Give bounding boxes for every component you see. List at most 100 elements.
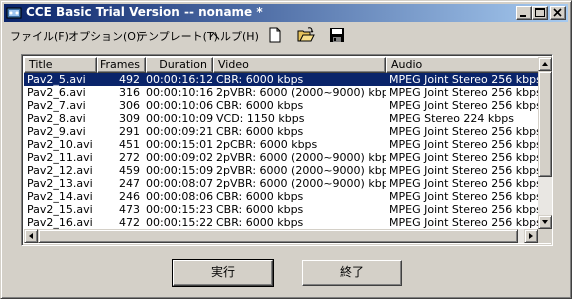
menu-help[interactable]: ヘルプ(H) <box>209 28 259 44</box>
cell-frames: 306 <box>119 99 140 112</box>
cell-title: Pav2_11.avi <box>27 151 93 164</box>
table-row[interactable]: Pav2_16.avi 472 00:00:15:22 CBR: 6000 kbps M… <box>24 216 538 229</box>
column-header-video[interactable]: Video <box>213 57 386 73</box>
column-header-title[interactable]: Title <box>24 57 97 73</box>
scroll-left-button[interactable] <box>24 229 38 243</box>
cell-video: CBR: 6000 kbps <box>216 99 304 112</box>
cell-title: Pav2_15.avi <box>27 203 93 216</box>
table-row[interactable]: Pav2_11.avi 272 00:00:09:02 2pVBR: 6000 (20… <box>24 151 538 164</box>
menu-bar: ファイル(F) オプション(O) テンプレート(T) ヘルプ(H) <box>4 24 568 46</box>
arrow-left-icon <box>29 233 33 239</box>
table-row[interactable]: Pav2_13.avi 247 00:00:08:07 2pVBR: 6000 (20… <box>24 177 538 190</box>
menu-template[interactable]: テンプレート(T) <box>137 28 218 44</box>
horizontal-scroll-thumb[interactable] <box>38 229 518 243</box>
table-row[interactable]: Pav2_15.avi 473 00:00:15:23 CBR: 6000 kbps M… <box>24 203 538 216</box>
cell-video: CBR: 6000 kbps <box>216 203 304 216</box>
cell-audio: MPEG Joint Stereo 256 kbps <box>389 151 538 164</box>
cell-title: Pav2_12.avi <box>27 164 93 177</box>
exit-button[interactable]: 終了 <box>302 260 402 286</box>
title-bar[interactable]: CCE Basic Trial Version -- noname * <box>4 4 568 22</box>
cell-title: Pav2_7.avi <box>27 99 86 112</box>
cell-audio: MPEG Joint Stereo 256 kbps <box>389 177 538 190</box>
list-header: Title Frames Duration Video Audio <box>24 57 546 73</box>
close-button[interactable] <box>550 6 566 20</box>
cell-video: CBR: 6000 kbps <box>216 190 304 203</box>
cell-duration: 00:00:09:21 <box>146 125 213 138</box>
cell-title: Pav2_9.avi <box>27 125 86 138</box>
cell-audio: MPEG Joint Stereo 256 kbps <box>389 216 538 229</box>
column-header-duration[interactable]: Duration <box>146 57 213 73</box>
horizontal-scrollbar[interactable] <box>24 229 538 243</box>
cell-video: VCD: 1150 kbps <box>216 112 305 125</box>
cell-audio: MPEG Joint Stereo 256 kbps <box>386 73 538 86</box>
table-row[interactable]: Pav2_7.avi 306 00:00:10:06 CBR: 6000 kbps MP… <box>24 99 538 112</box>
save-disk-icon[interactable] <box>328 26 346 44</box>
column-header-audio[interactable]: Audio <box>386 57 546 73</box>
cell-duration: 00:00:16:12 <box>146 73 213 86</box>
app-icon <box>6 7 22 19</box>
cell-frames: 492 <box>97 73 146 86</box>
cell-audio: MPEG Joint Stereo 256 kbps <box>389 138 538 151</box>
cell-audio: MPEG Joint Stereo 256 kbps <box>389 125 538 138</box>
cell-audio: MPEG Joint Stereo 256 kbps <box>389 86 538 99</box>
cell-frames: 291 <box>119 125 140 138</box>
cell-video: 2pVBR: 6000 (2000~9000) kbps <box>216 177 386 190</box>
file-list[interactable]: Title Frames Duration Video Audio Pav2_5… <box>21 54 553 246</box>
table-row[interactable]: Pav2_8.avi 309 00:00:10:09 VCD: 1150 kbps MP… <box>24 112 538 125</box>
list-rows: Pav2_5.avi 492 00:00:16:12 CBR: 6000 kbps MP… <box>24 73 538 229</box>
vertical-scrollbar[interactable] <box>538 57 552 229</box>
cell-title: Pav2_16.avi <box>27 216 93 229</box>
cell-duration: 00:00:10:09 <box>146 112 213 125</box>
cell-frames: 272 <box>119 151 140 164</box>
cell-video: CBR: 6000 kbps <box>216 216 304 229</box>
cell-frames: 473 <box>119 203 140 216</box>
cell-duration: 00:00:15:01 <box>146 138 213 151</box>
cell-title: Pav2_14.avi <box>27 190 93 203</box>
scroll-up-button[interactable] <box>538 57 552 71</box>
vertical-scroll-thumb[interactable] <box>538 71 552 177</box>
table-row[interactable]: Pav2_5.avi 492 00:00:16:12 CBR: 6000 kbps MP… <box>24 73 538 86</box>
open-folder-icon[interactable] <box>297 26 315 44</box>
table-row[interactable]: Pav2_6.avi 316 00:00:10:16 2pVBR: 6000 (200… <box>24 86 538 99</box>
minimize-button[interactable] <box>516 6 532 20</box>
cell-audio: MPEG Stereo 224 kbps <box>389 112 514 125</box>
column-header-frames[interactable]: Frames <box>97 57 146 73</box>
window-title: CCE Basic Trial Version -- noname * <box>26 5 263 19</box>
run-button[interactable]: 実行 <box>172 259 274 287</box>
scroll-down-button[interactable] <box>538 215 552 229</box>
scroll-right-button[interactable] <box>524 229 538 243</box>
cell-video: 2pCBR: 6000 kbps <box>216 138 318 151</box>
new-file-icon[interactable] <box>266 26 284 44</box>
table-row[interactable]: Pav2_14.avi 246 00:00:08:06 CBR: 6000 kbps M… <box>24 190 538 203</box>
table-row[interactable]: Pav2_9.avi 291 00:00:09:21 CBR: 6000 kbps MP… <box>24 125 538 138</box>
cell-title: Pav2_6.avi <box>27 86 86 99</box>
table-row[interactable]: Pav2_12.avi 459 00:00:15:09 2pVBR: 6000 (20… <box>24 164 538 177</box>
maximize-icon <box>535 8 545 17</box>
cell-video: 2pVBR: 6000 (2000~9000) kbps <box>216 151 386 164</box>
cell-video: CBR: 6000 kbps <box>216 125 304 138</box>
cell-frames: 316 <box>119 86 140 99</box>
cell-audio: MPEG Joint Stereo 256 kbps <box>389 203 538 216</box>
cell-duration: 00:00:15:09 <box>146 164 213 177</box>
close-icon <box>553 8 562 17</box>
maximize-button[interactable] <box>532 6 548 20</box>
cell-audio: MPEG Joint Stereo 256 kbps <box>389 164 538 177</box>
cell-video: 2pVBR: 6000 (2000~9000) kbps <box>216 86 386 99</box>
cell-video: CBR: 6000 kbps <box>213 73 386 86</box>
cell-duration: 00:00:08:06 <box>146 190 213 203</box>
cell-frames: 472 <box>119 216 140 229</box>
main-window: CCE Basic Trial Version -- noname * ファイル… <box>0 0 572 299</box>
cell-duration: 00:00:10:16 <box>146 86 213 99</box>
cell-title: Pav2_10.avi <box>27 138 93 151</box>
menu-file[interactable]: ファイル(F) <box>10 28 69 44</box>
table-row[interactable]: Pav2_10.avi 451 00:00:15:01 2pCBR: 6000 kbp… <box>24 138 538 151</box>
menu-options[interactable]: オプション(O) <box>68 28 140 44</box>
minimize-icon <box>520 15 526 17</box>
arrow-up-icon <box>542 62 548 66</box>
cell-audio: MPEG Joint Stereo 256 kbps <box>389 99 538 112</box>
cell-title: Pav2_5.avi <box>24 73 97 86</box>
cell-duration: 00:00:10:06 <box>146 99 213 112</box>
cell-duration: 00:00:15:22 <box>146 216 213 229</box>
cell-duration: 00:00:15:23 <box>146 203 213 216</box>
cell-frames: 451 <box>119 138 140 151</box>
